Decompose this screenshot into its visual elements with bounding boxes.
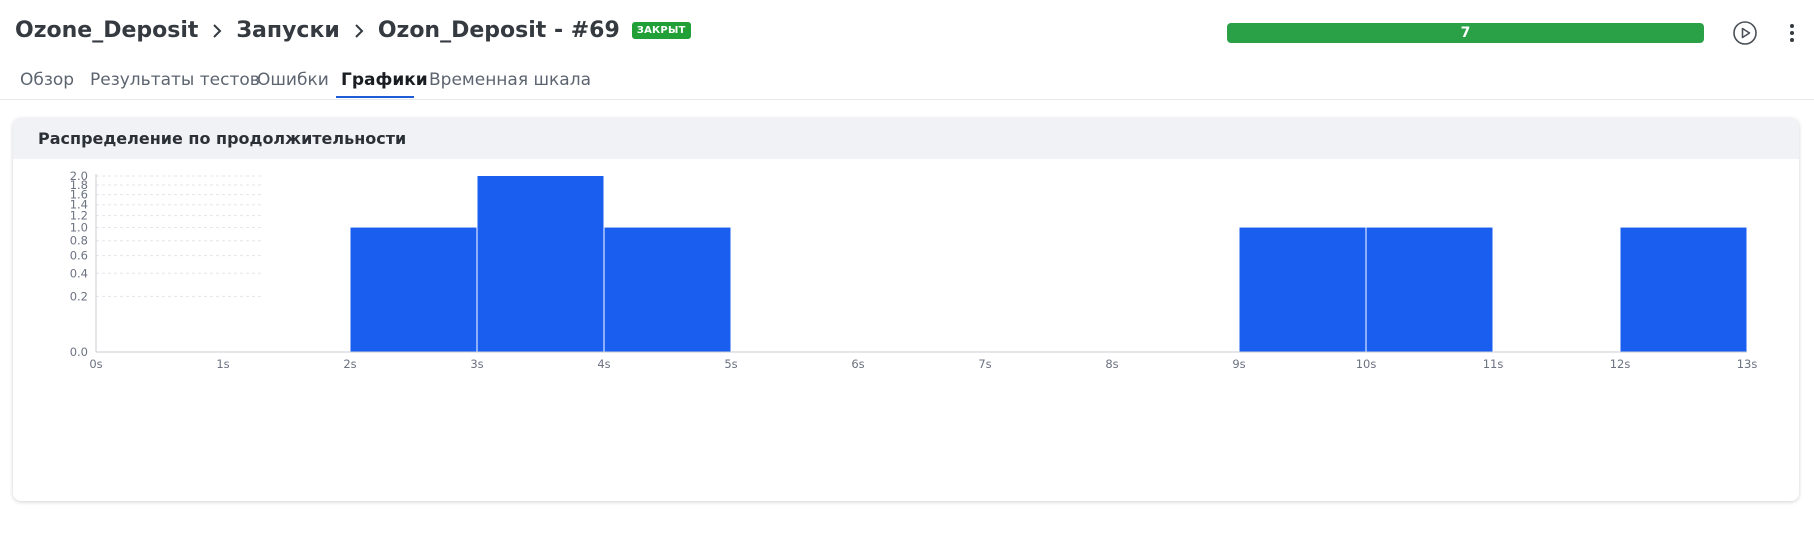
duration-chart-card: Распределение по продолжительности 0.0 0.… — [13, 118, 1799, 501]
x-tick-label: 9s — [1232, 357, 1245, 371]
tab-charts[interactable]: Графики — [341, 70, 428, 90]
y-tick-label: 0.8 — [70, 234, 88, 248]
progress-bar[interactable]: 7 — [1227, 23, 1704, 43]
x-tick-label: 5s — [724, 357, 737, 371]
y-tick-label: 0.6 — [70, 249, 88, 263]
histogram-bar — [350, 227, 477, 352]
x-tick-label: 3s — [470, 357, 483, 371]
y-tick-label: 0.0 — [70, 345, 88, 359]
histogram-bar — [477, 176, 604, 352]
x-tick-label: 10s — [1356, 357, 1377, 371]
x-tick-label: 11s — [1483, 357, 1504, 371]
tab-timeline[interactable]: Временная шкала — [429, 70, 591, 90]
tab-overview[interactable]: Обзор — [20, 70, 74, 90]
y-tick-label: 2.0 — [70, 169, 88, 183]
breadcrumb-run-title: Ozon_Deposit - #69 — [377, 18, 620, 43]
x-tick-label: 0s — [89, 357, 102, 371]
breadcrumb-project-link[interactable]: Ozone_Deposit — [15, 18, 198, 43]
x-tick-label: 1s — [216, 357, 229, 371]
status-badge: ЗАКРЫТ — [631, 22, 691, 39]
page-header: Ozone_Deposit Запуски Ozon_Deposit - #69… — [0, 0, 1814, 64]
tab-errors[interactable]: Ошибки — [257, 70, 329, 90]
histogram-bar — [1620, 227, 1747, 352]
y-tick-label: 0.4 — [70, 266, 88, 280]
progress-label: 7 — [1460, 25, 1471, 41]
chevron-right-icon — [211, 23, 223, 39]
duration-histogram: 0.00.20.40.60.81.01.21.41.61.82.00s 1s 2s 3… — [70, 169, 1758, 371]
histogram-bar — [1239, 227, 1366, 352]
play-circle-icon — [1733, 21, 1757, 45]
y-tick-label: 0.2 — [70, 289, 88, 303]
x-tick-label: 7s — [978, 357, 991, 371]
histogram-bar — [604, 227, 731, 352]
tab-bar: Обзор Результаты тестов Ошибки Графики В… — [0, 66, 1814, 100]
tab-test-results[interactable]: Результаты тестов — [90, 70, 260, 90]
chevron-right-icon — [353, 23, 365, 39]
x-tick-label: 4s — [597, 357, 610, 371]
x-tick-label: 8s — [1105, 357, 1118, 371]
breadcrumb: Ozone_Deposit Запуски Ozon_Deposit - #69… — [15, 18, 691, 43]
x-tick-label: 12s — [1610, 357, 1631, 371]
more-vertical-icon — [1790, 24, 1794, 42]
histogram-bar — [1366, 227, 1493, 352]
run-button[interactable] — [1732, 20, 1758, 46]
breadcrumb-launches-link[interactable]: Запуски — [236, 18, 339, 43]
x-tick-label: 13s — [1737, 357, 1758, 371]
more-menu-button[interactable] — [1786, 20, 1798, 46]
x-tick-label: 2s — [343, 357, 356, 371]
x-tick-label: 6s — [851, 357, 864, 371]
active-tab-indicator — [336, 96, 414, 98]
